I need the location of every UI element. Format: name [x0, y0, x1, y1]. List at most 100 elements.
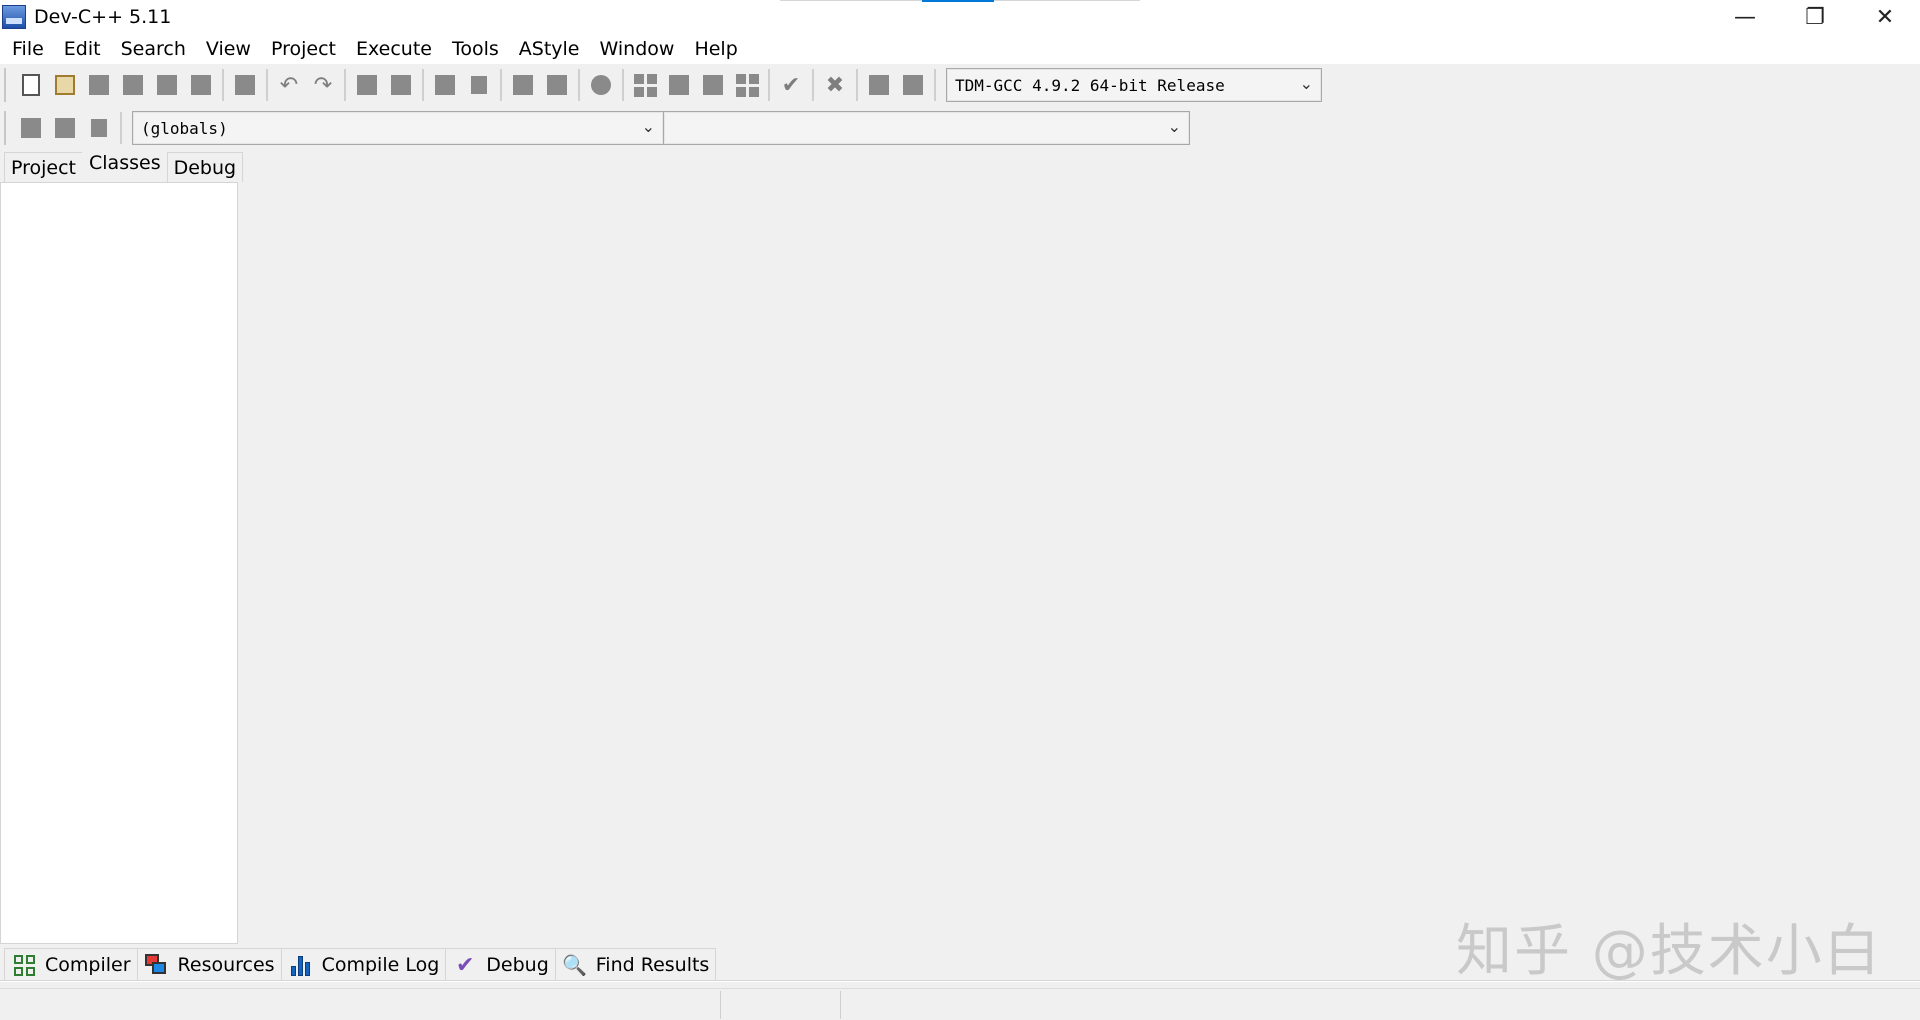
scope-select-value: (globals) [141, 118, 228, 138]
resources-icon [144, 953, 170, 977]
new-file-button[interactable] [14, 68, 48, 102]
cross-icon: ✖ [825, 72, 845, 98]
save-all-button[interactable] [116, 68, 150, 102]
print-icon [235, 75, 255, 95]
tab-find-results[interactable]: 🔍 Find Results [554, 948, 717, 982]
compile-run-icon [703, 75, 723, 95]
delete-profile-button[interactable] [896, 68, 930, 102]
title-bar-accent [922, 0, 994, 2]
toolbar-grip[interactable] [4, 111, 10, 145]
tab-compiler-label: Compiler [45, 954, 131, 976]
window-controls: — ❐ ✕ [1710, 0, 1920, 34]
close-all-icon [191, 75, 211, 95]
close-file-button[interactable] [150, 68, 184, 102]
compile-run-button[interactable] [696, 68, 730, 102]
menu-search[interactable]: Search [111, 34, 196, 64]
tab-debug[interactable]: Debug [166, 152, 244, 182]
member-select[interactable]: ⌄ [664, 111, 1190, 145]
comment-button[interactable] [584, 68, 618, 102]
comment-icon [591, 75, 611, 95]
redo-button[interactable]: ↷ [306, 68, 340, 102]
window-title: Dev-C++ 5.11 [34, 6, 172, 28]
menu-bar: File Edit Search View Project Execute To… [0, 34, 1920, 64]
menu-edit[interactable]: Edit [54, 34, 111, 64]
scope-select[interactable]: (globals) ⌄ [132, 111, 664, 145]
compiler-select-value: TDM-GCC 4.9.2 64-bit Release [955, 75, 1225, 95]
main-toolbar: ↶ ↷ ✔ ✖ TDM-GCC 4.9.2 64-bit Release ⌄ [4, 64, 1322, 106]
open-folder-icon [55, 75, 75, 95]
toggle-bookmark-button[interactable] [462, 68, 496, 102]
tab-compiler[interactable]: Compiler [4, 948, 138, 982]
indent-icon [513, 75, 533, 95]
goto-line-button[interactable] [428, 68, 462, 102]
menu-view[interactable]: View [196, 34, 261, 64]
toolbar-separator [856, 69, 858, 101]
insert-button[interactable] [14, 111, 48, 145]
rebuild-all-icon [735, 73, 759, 97]
toolbar-separator [812, 69, 814, 101]
tab-debug-bottom[interactable]: ✔ Debug [445, 948, 556, 982]
tab-find-results-label: Find Results [595, 954, 710, 976]
stop-execution-button[interactable]: ✖ [818, 68, 852, 102]
toolbar-separator [120, 112, 122, 144]
class-toolbar: (globals) ⌄ ⌄ [4, 108, 1190, 148]
toolbar-separator [934, 69, 936, 101]
toolbar-separator [768, 69, 770, 101]
toolbar-separator [344, 69, 346, 101]
compile-icon [633, 73, 657, 97]
menu-project[interactable]: Project [261, 34, 346, 64]
print-button[interactable] [228, 68, 262, 102]
save-icon [89, 75, 109, 95]
menu-astyle[interactable]: AStyle [509, 34, 590, 64]
profile-button[interactable] [862, 68, 896, 102]
menu-execute[interactable]: Execute [346, 34, 442, 64]
compile-button[interactable] [628, 68, 662, 102]
minimize-button[interactable]: — [1710, 0, 1780, 34]
bottom-tabs: Compiler Resources Compile Log ✔ Debug 🔍… [4, 948, 717, 982]
find-icon [357, 75, 377, 95]
goto-line-icon [435, 75, 455, 95]
restore-button[interactable]: ❐ [1780, 0, 1850, 34]
class-browser-panel[interactable] [0, 182, 238, 944]
syntax-check-button[interactable]: ✔ [774, 68, 808, 102]
toolbar-separator [500, 69, 502, 101]
menu-help[interactable]: Help [684, 34, 747, 64]
menu-tools[interactable]: Tools [442, 34, 509, 64]
menu-file[interactable]: File [2, 34, 54, 64]
save-button[interactable] [82, 68, 116, 102]
toolbar-separator [266, 69, 268, 101]
tab-compile-log[interactable]: Compile Log [280, 948, 447, 982]
tab-classes[interactable]: Classes [82, 148, 168, 182]
tab-project[interactable]: Project [4, 152, 84, 182]
tab-resources-label: Resources [177, 954, 275, 976]
status-separator [840, 991, 841, 1019]
insert-icon [21, 118, 41, 138]
close-button[interactable]: ✕ [1850, 0, 1920, 34]
find-button[interactable] [350, 68, 384, 102]
run-button[interactable] [662, 68, 696, 102]
rebuild-all-button[interactable] [730, 68, 764, 102]
undo-button[interactable]: ↶ [272, 68, 306, 102]
toggle-icon [55, 118, 75, 138]
toggle-button[interactable] [48, 111, 82, 145]
dev-cpp-window: Dev-C++ 5.11 — ❐ ✕ File Edit Search View… [0, 0, 1920, 1020]
compiler-icon [11, 953, 37, 977]
left-panel-tabs: Project Classes Debug [4, 148, 244, 182]
toolbar-separator [422, 69, 424, 101]
tab-resources[interactable]: Resources [136, 948, 282, 982]
replace-icon [391, 75, 411, 95]
menu-window[interactable]: Window [590, 34, 685, 64]
close-all-button[interactable] [184, 68, 218, 102]
bottom-panel-edge[interactable] [0, 980, 1920, 982]
goto-button[interactable] [82, 111, 116, 145]
replace-button[interactable] [384, 68, 418, 102]
unindent-button[interactable] [540, 68, 574, 102]
open-button[interactable] [48, 68, 82, 102]
toolbar-grip[interactable] [4, 68, 10, 102]
tab-compile-log-label: Compile Log [321, 954, 440, 976]
indent-button[interactable] [506, 68, 540, 102]
magnifier-icon: 🔍 [562, 953, 588, 977]
title-bar: Dev-C++ 5.11 — ❐ ✕ [0, 0, 1920, 34]
watermark: 知乎 @技术小白 [1456, 919, 1882, 984]
compiler-select[interactable]: TDM-GCC 4.9.2 64-bit Release ⌄ [946, 68, 1322, 102]
